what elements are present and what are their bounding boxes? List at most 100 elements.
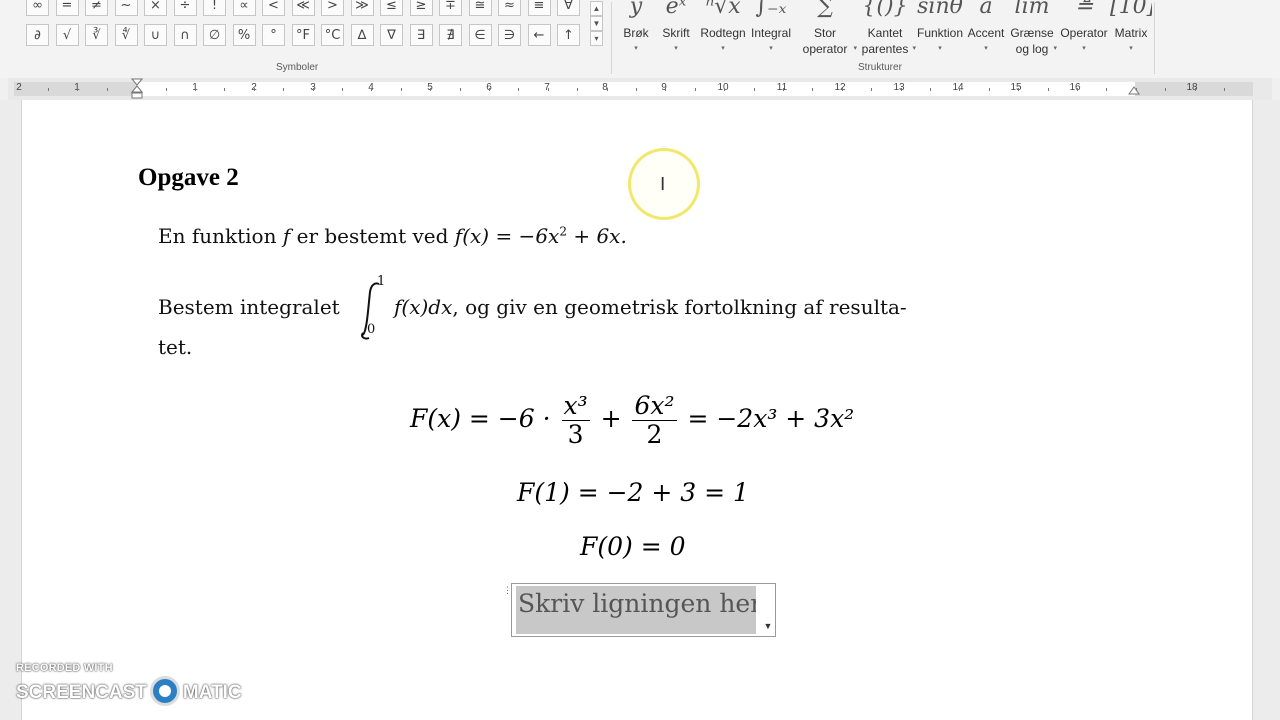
symbol-button[interactable]: °C	[321, 24, 344, 46]
watermark-right: MATIC	[182, 682, 242, 704]
symbol-button[interactable]: ∇	[380, 24, 403, 46]
symbol-button[interactable]: ∩	[173, 24, 197, 46]
symbol-button[interactable]: ∂	[26, 24, 49, 46]
structure-accent-button[interactable]: ä Accent ▾	[964, 0, 1008, 60]
brok-icon: y	[629, 0, 643, 19]
structure-funktion-button[interactable]: sinθ Funktion ▾	[915, 0, 965, 60]
symbol-button[interactable]: !	[203, 0, 226, 16]
structure-label-line1: Skrift	[662, 26, 690, 40]
ruler-number: 10	[717, 82, 729, 93]
equation-placeholder[interactable]: Skriv ligningen her.	[516, 586, 756, 634]
symbol-button[interactable]: ∆	[350, 24, 374, 46]
structure-kantet-parentes-button[interactable]: {()} Kantet parentes ▾	[856, 0, 916, 60]
equation-options-dropdown-icon[interactable]: ▼	[761, 621, 775, 636]
equation-F0[interactable]: F(0) = 0	[580, 532, 686, 561]
gallery-scroll-up[interactable]: ▲	[590, 1, 603, 16]
operator-icon: ≜	[1074, 0, 1094, 19]
ruler-number: 7	[544, 82, 550, 93]
ruler-number: 2	[16, 82, 22, 93]
ribbon: ∞ = ≠ ~ × ÷! ∝ < ≪ > ≫ ≤ ≥ ∓ ≅ ≈ ≡ ∀ ∂ √ ∛ ∜ ∪ ∩ ∅% ° °F °C ∆ ∇ ∃ ∄ ∈ ∋ ← ↑…	[0, 0, 1280, 79]
structure-label: Brøk	[618, 25, 654, 41]
symbol-button[interactable]: ∪	[144, 24, 167, 46]
ruler-number: 12	[834, 82, 846, 93]
chevron-down-icon: ▾	[674, 45, 678, 52]
indent-marker-icon[interactable]	[131, 78, 143, 100]
chevron-down-icon: ▾	[1082, 45, 1086, 52]
eq1-frac1-denominator: 3	[567, 420, 584, 449]
ruler-tick	[989, 88, 990, 91]
symbol-button[interactable]: ≥	[409, 0, 433, 16]
structure-stor-operator-button[interactable]: ∑ Stor operator ▾	[795, 0, 857, 60]
para2-tail: , og giv en geometrisk fortolkning af re…	[452, 295, 907, 319]
ruler-tick	[1195, 88, 1196, 91]
graense-icon: lim	[1014, 0, 1050, 19]
symbol-button[interactable]: ~	[114, 0, 138, 16]
symbol-button[interactable]: ≤	[380, 0, 403, 16]
symbol-button[interactable]: ∈	[468, 24, 492, 46]
integral-lower-limit: 0	[367, 322, 376, 337]
ruler-tick	[959, 88, 960, 91]
chevron-down-icon: ▾	[984, 45, 988, 52]
horizontal-ruler[interactable]: 211234567891011121314151618	[0, 78, 1280, 100]
ruler-tick	[107, 88, 108, 91]
symbol-button[interactable]: <	[262, 0, 285, 16]
symbol-button[interactable]: ≈	[498, 0, 521, 16]
symbol-button[interactable]: ←	[527, 24, 551, 46]
equation-antiderivative[interactable]: F(x) = −6 · x³ 3 + 6x² 2 = −2x³ + 3x²	[410, 392, 854, 449]
integral-icon: ∫₋ₓ	[755, 0, 787, 19]
ruler-tick	[724, 88, 725, 91]
gallery-expand[interactable]: ▾	[590, 31, 603, 46]
symbol-button[interactable]: ∛	[85, 24, 108, 46]
ruler-number: 18	[1186, 82, 1198, 93]
symbol-button[interactable]: ∓	[439, 0, 462, 16]
ruler-tick	[1224, 88, 1225, 91]
structure-graense-button[interactable]: lim Grænse og log ▾	[1009, 0, 1057, 60]
ruler-tick	[783, 88, 784, 91]
symbol-button[interactable]: ∋	[498, 24, 521, 46]
para2-prefix: Bestem integralet	[158, 295, 340, 319]
symbol-button[interactable]: °	[262, 24, 285, 46]
ruler-tick	[754, 88, 755, 91]
symbol-button[interactable]: ∀	[557, 0, 580, 16]
symbol-button[interactable]: °F	[291, 24, 315, 46]
ruler-tick	[313, 88, 314, 91]
symbol-button[interactable]: ∜	[114, 24, 138, 46]
structure-matrix-button[interactable]: [10] Matrix ▾	[1110, 0, 1152, 60]
gallery-scroll-down[interactable]: ▼	[590, 16, 603, 31]
equation-F1[interactable]: F(1) = −2 + 3 = 1	[517, 478, 749, 507]
para1-expr: f(x) = −6x	[454, 224, 560, 248]
symbol-button[interactable]: >	[321, 0, 344, 16]
eq1-frac2-numerator: 6x²	[632, 391, 677, 421]
structure-brok-button[interactable]: y Brøk ▾	[618, 0, 654, 60]
structure-integral-button[interactable]: ∫₋ₓ Integral ▾	[748, 0, 794, 60]
symbol-button[interactable]: ∅	[203, 24, 226, 46]
right-indent-marker-icon[interactable]	[1128, 86, 1140, 96]
structure-rodtegn-button[interactable]: ⁿ√x Rodtegn ▾	[697, 0, 749, 60]
symbol-button[interactable]: %	[232, 24, 256, 46]
symbol-button[interactable]: ≠	[85, 0, 108, 16]
symbol-button[interactable]: ∞	[26, 0, 49, 16]
equation-handle-icon[interactable]: ⋮	[503, 585, 512, 599]
symbol-button[interactable]: ∄	[439, 24, 462, 46]
structure-label: Funktion	[915, 25, 965, 41]
symbol-button[interactable]: ↑	[557, 24, 580, 46]
structure-skrift-button[interactable]: eˣ Skrift ▾	[657, 0, 695, 60]
symbol-button[interactable]: √	[55, 24, 79, 46]
structure-label: Kantet parentes	[856, 25, 914, 57]
symbol-button[interactable]: ≅	[468, 0, 492, 16]
ruler-tick	[283, 88, 284, 91]
symbol-button[interactable]: ∝	[232, 0, 256, 16]
symbol-button[interactable]: ×	[144, 0, 167, 16]
symbol-button[interactable]: ≪	[291, 0, 315, 16]
symbol-button[interactable]: ≡	[527, 0, 551, 16]
integral-upper-limit: 1	[377, 274, 386, 289]
structure-operator-button[interactable]: ≜ Operator ▾	[1056, 0, 1112, 60]
ruler-number: 16	[1069, 82, 1081, 93]
symbol-button[interactable]: ≫	[350, 0, 374, 16]
symbol-button[interactable]: ÷	[173, 0, 197, 16]
structure-label-line2: parentes	[861, 42, 909, 56]
integrand: f(x)dx	[394, 295, 453, 319]
symbol-button[interactable]: ∃	[409, 24, 433, 46]
equation-input-box[interactable]: Skriv ligningen her.	[511, 583, 776, 637]
symbol-button[interactable]: =	[55, 0, 79, 16]
